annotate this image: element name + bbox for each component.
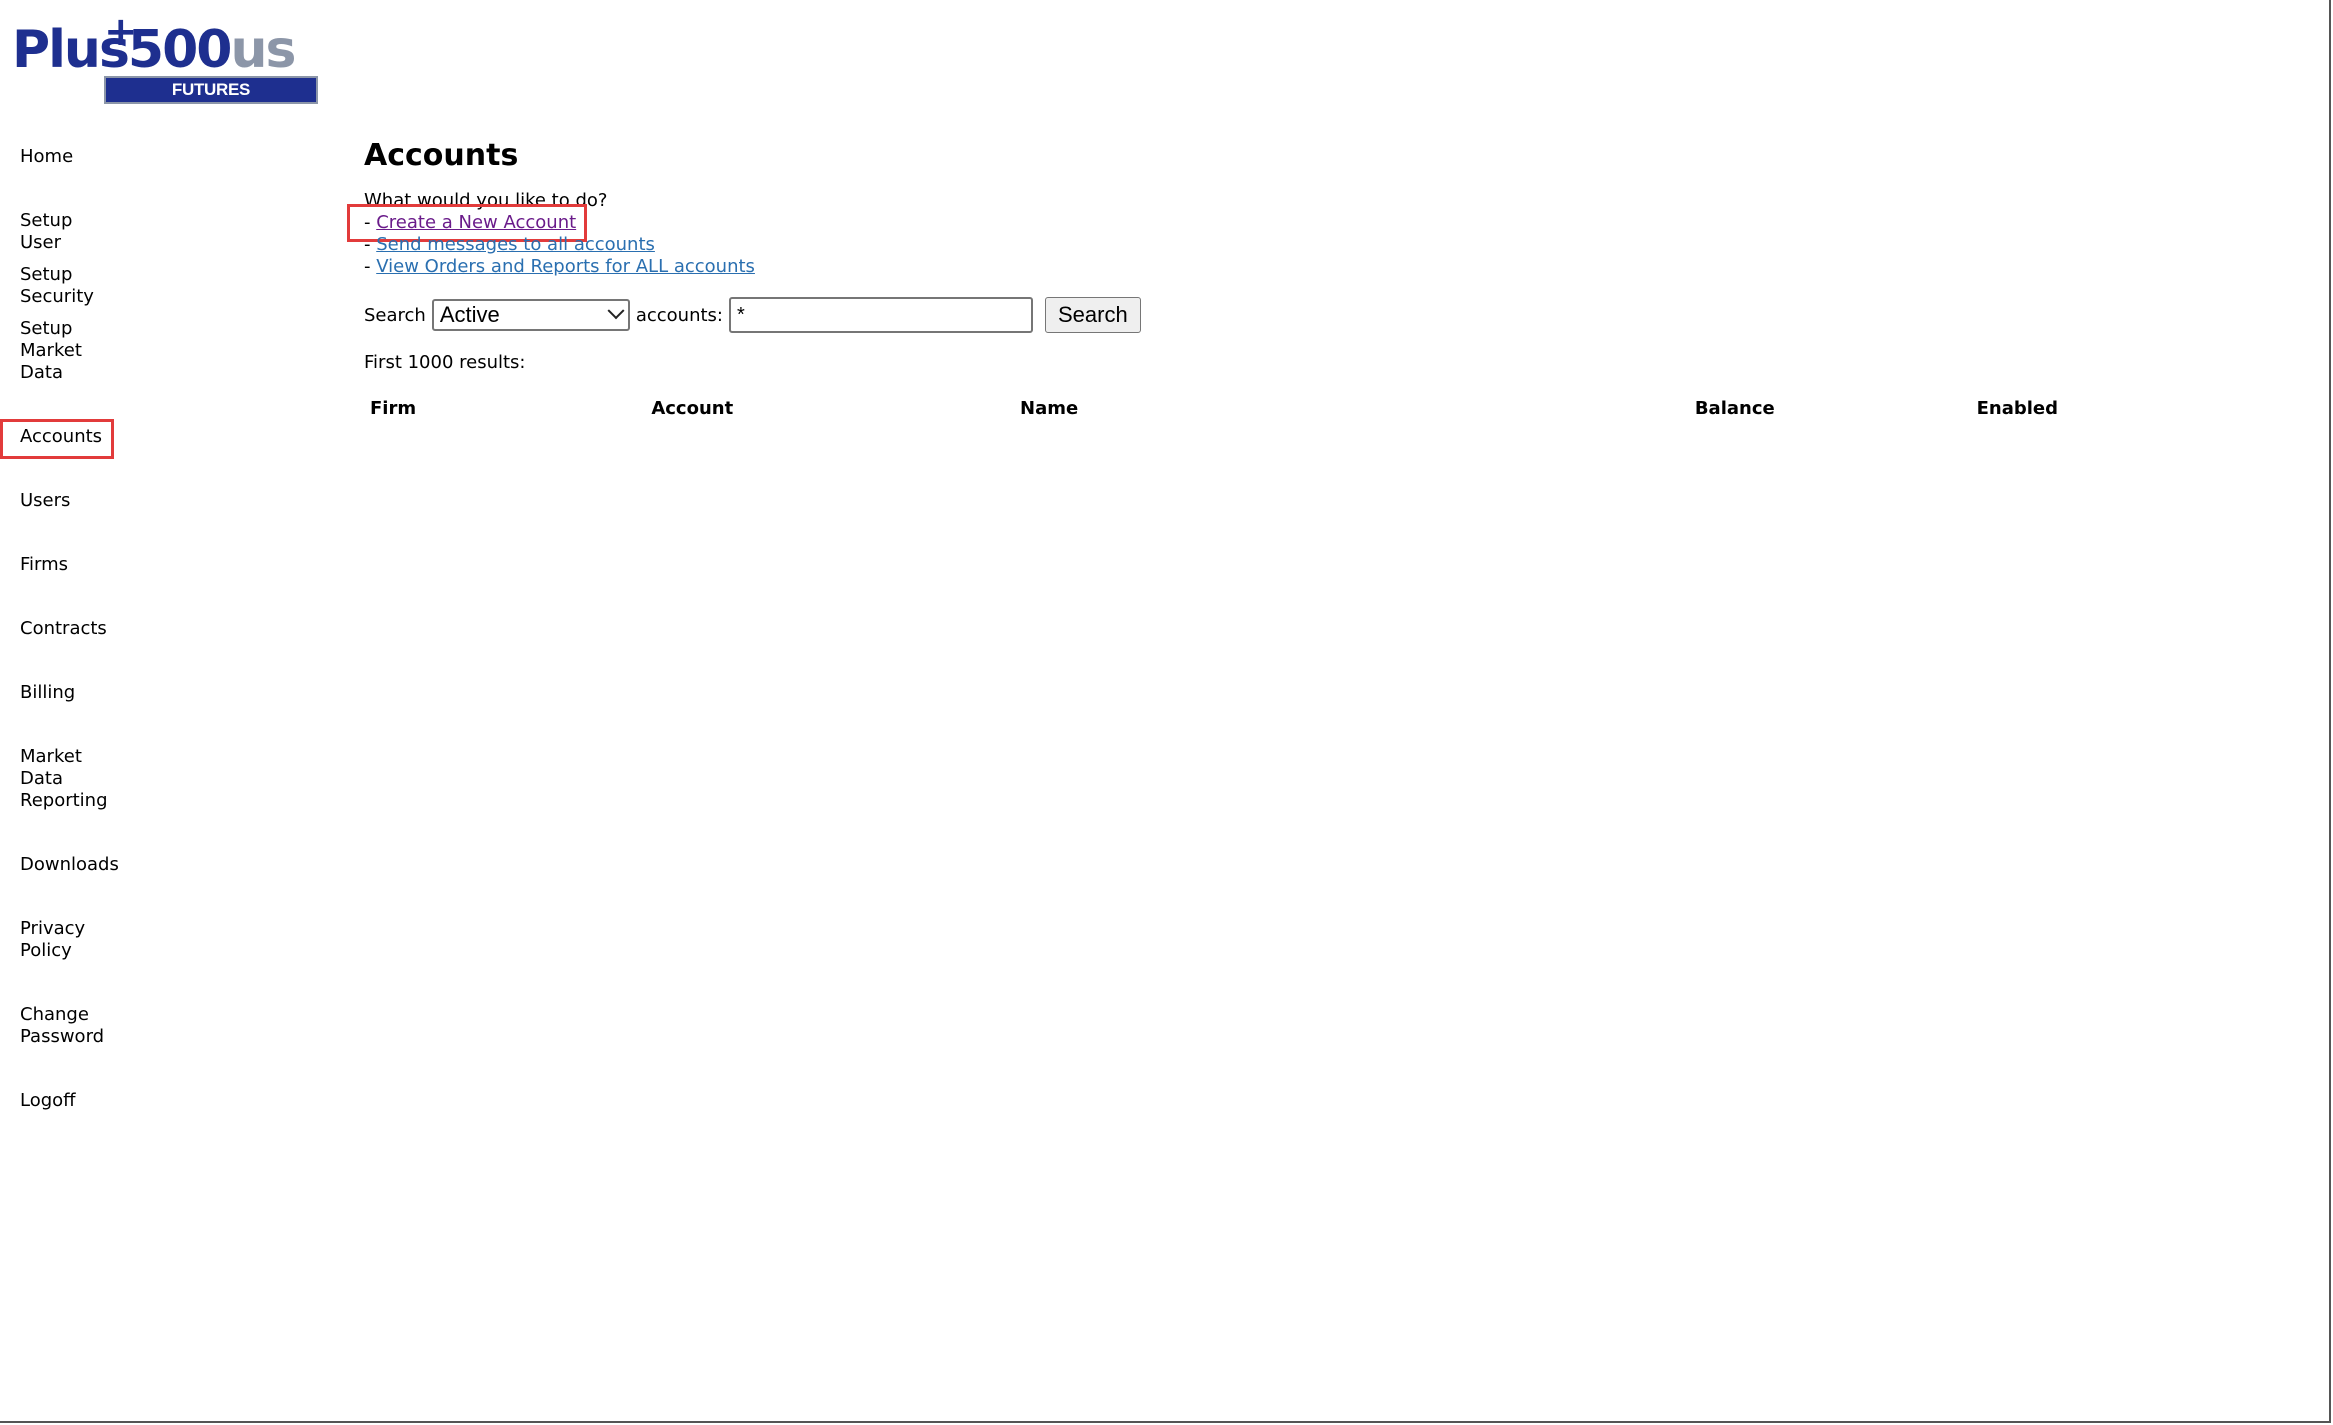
page-title: Accounts: [364, 138, 519, 173]
sidebar-item-home[interactable]: Home: [20, 146, 180, 168]
sidebar-item-label: Market: [20, 340, 82, 361]
view-orders-reports-link[interactable]: View Orders and Reports for ALL accounts: [376, 256, 755, 277]
sidebar-item-logoff[interactable]: Logoff: [20, 1090, 180, 1112]
sidebar-item-label: Market: [20, 746, 82, 767]
sidebar-item-label: Setup: [20, 264, 73, 285]
sidebar-item-label: Data: [20, 768, 63, 789]
sidebar-item-label: Users: [20, 490, 71, 511]
action-bullet: -: [364, 234, 377, 255]
sidebar-item-downloads[interactable]: Downloads: [20, 854, 180, 876]
status-select-value: Active: [439, 302, 500, 327]
sidebar-item-setup-market-data[interactable]: Setup Market Data: [20, 318, 180, 384]
action-bullet: -: [364, 256, 377, 277]
sidebar-item-label: User: [20, 232, 62, 253]
sidebar-item-privacy-policy[interactable]: Privacy Policy: [20, 918, 180, 962]
search-form: Search Active accounts: Search: [364, 296, 1141, 334]
logo-tagline: FUTURES TECHNOLOGIES: [104, 76, 318, 123]
sidebar-item-label: Contracts: [20, 618, 107, 639]
logo-brand-main: Plus500: [12, 20, 232, 80]
logo-brand-suffix: us: [230, 20, 296, 80]
accounts-label: accounts:: [635, 304, 723, 326]
search-label: Search: [364, 304, 426, 326]
accounts-table: Firm Account Name Balance Enabled: [364, 394, 2064, 424]
sidebar-item-firms[interactable]: Firms: [20, 554, 180, 576]
send-messages-link[interactable]: Send messages to all accounts: [376, 234, 655, 255]
sidebar-item-contracts[interactable]: Contracts: [20, 618, 180, 640]
sidebar-item-label: Logoff: [20, 1090, 76, 1111]
sidebar-item-label: Data: [20, 362, 63, 383]
sidebar-item-label: Setup: [20, 210, 73, 231]
accounts-highlight-box: [0, 419, 114, 459]
column-header-enabled: Enabled: [1976, 398, 2058, 419]
status-select[interactable]: Active: [431, 299, 630, 331]
action-item: - View Orders and Reports for ALL accoun…: [364, 256, 755, 278]
search-button[interactable]: Search: [1045, 297, 1141, 333]
column-header-firm: Firm: [370, 398, 417, 419]
plus500-logo[interactable]: + Plus500us FUTURES TECHNOLOGIES: [12, 12, 318, 123]
sidebar-item-label: Password: [20, 1026, 105, 1047]
sidebar-item-change-password[interactable]: Change Password: [20, 1004, 180, 1048]
sidebar-item-label: Reporting: [20, 790, 108, 811]
chevron-down-icon: [607, 302, 625, 320]
column-header-balance: Balance: [1694, 398, 1775, 419]
sidebar-item-label: Home: [20, 146, 74, 167]
sidebar-item-label: Firms: [20, 554, 69, 575]
sidebar-item-label: Downloads: [20, 854, 119, 875]
sidebar-item-label: Billing: [20, 682, 76, 703]
logo-wordmark: Plus500us: [12, 24, 296, 76]
sidebar-item-users[interactable]: Users: [20, 490, 180, 512]
sidebar-item-label: Security: [20, 286, 94, 307]
column-header-name: Name: [1020, 398, 1079, 419]
sidebar-item-setup-user[interactable]: Setup User: [20, 210, 180, 254]
sidebar-item-label: Policy: [20, 940, 72, 961]
sidebar-item-market-data-reporting[interactable]: Market Data Reporting: [20, 746, 180, 812]
sidebar-item-billing[interactable]: Billing: [20, 682, 180, 704]
sidebar-item-label: Change: [20, 1004, 89, 1025]
results-count: First 1000 results:: [364, 352, 526, 373]
sidebar-item-label: Setup: [20, 318, 73, 339]
sidebar-item-label: Privacy: [20, 918, 86, 939]
accounts-search-input[interactable]: [729, 297, 1033, 333]
table-header-row: Firm Account Name Balance Enabled: [364, 394, 2064, 424]
sidebar-item-setup-security[interactable]: Setup Security: [20, 264, 180, 308]
action-item: - Send messages to all accounts: [364, 234, 655, 256]
column-header-account: Account: [651, 398, 734, 419]
